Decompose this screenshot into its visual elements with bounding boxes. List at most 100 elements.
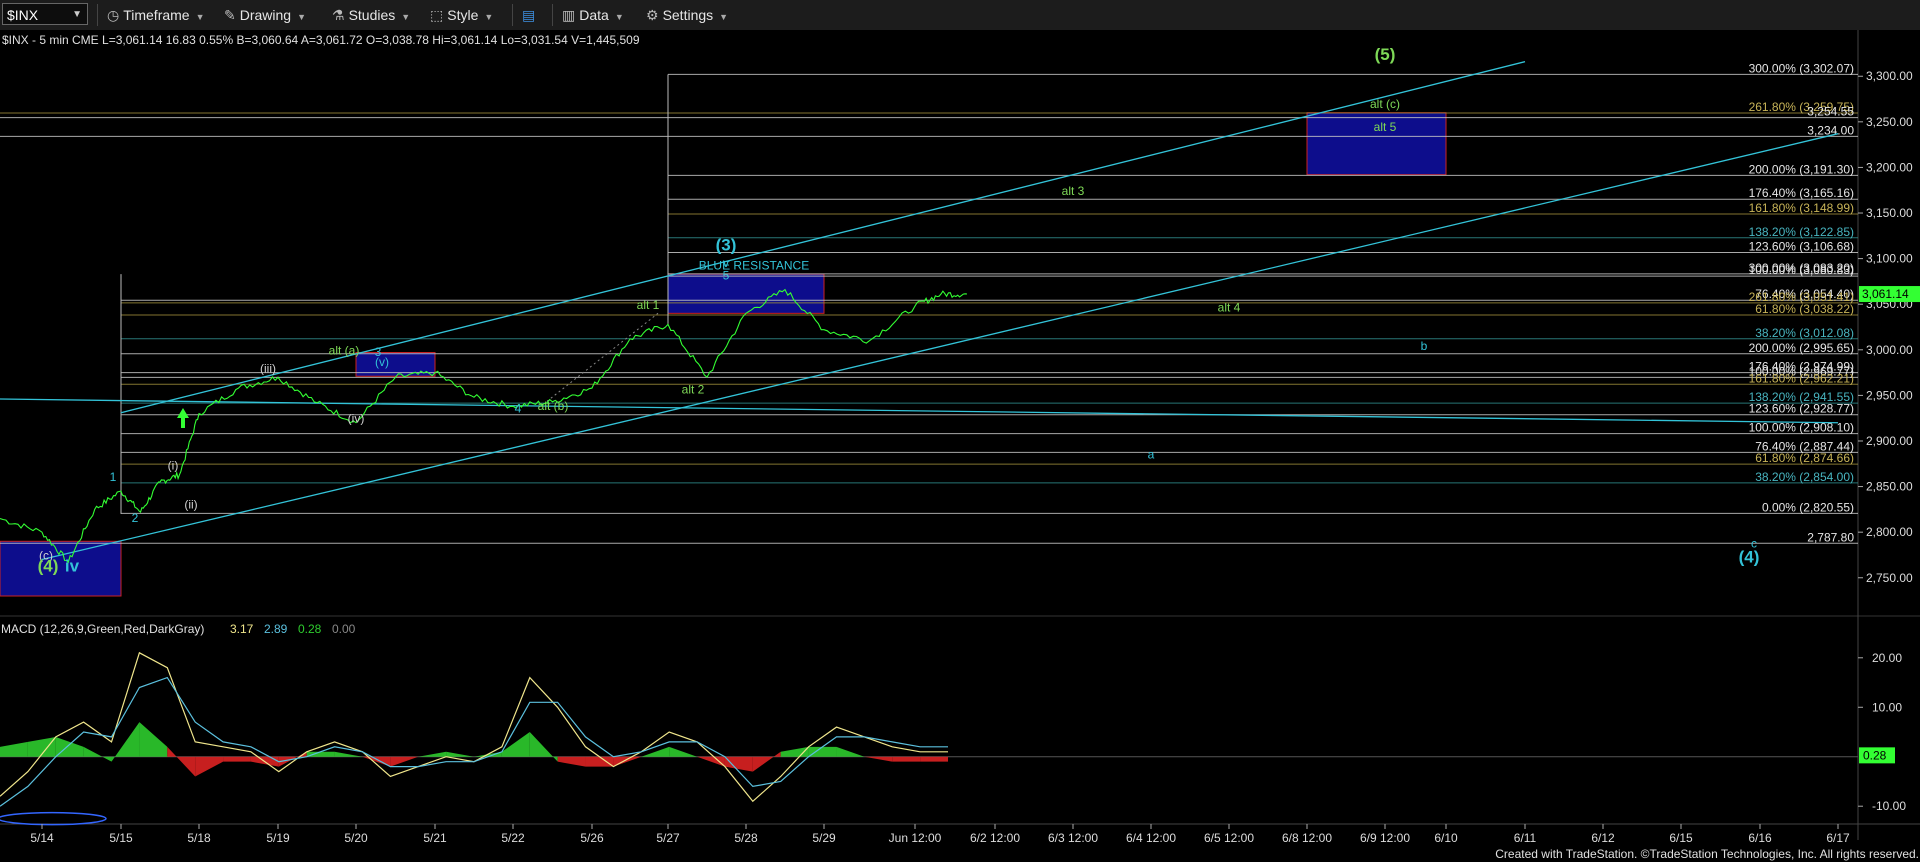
chevron-down-icon: ▼ [297,12,307,22]
fib-label: 123.60% (2,928.77) [1749,402,1854,416]
fib-label: 0.00% (2,820.55) [1762,500,1854,514]
wave-label: (i) [168,458,179,472]
drawing-button[interactable]: ✎ Drawing ▼ [224,5,306,25]
gear-icon: ⚙ [646,7,659,23]
settings-button[interactable]: ⚙ Settings ▼ [646,5,728,25]
fib-label: 61.80% (3,038.22) [1755,302,1854,316]
x-tick-label: 6/12 [1591,831,1615,845]
y-tick-label: 2,800.00 [1866,525,1913,539]
x-tick-label: 5/20 [344,831,368,845]
fib-label: 38.20% (2,854.00) [1755,470,1854,484]
y-tick-label: 3,000.00 [1866,343,1913,357]
x-tick-label: 5/28 [734,831,758,845]
clock-icon: ◷ [107,7,120,23]
wave-label: (3) [716,235,737,254]
macd-last-label: 0.28 [1863,748,1887,762]
timeframe-button[interactable]: ◷ Timeframe ▼ [107,5,205,25]
wave-label: alt 2 [682,383,705,397]
fib-label: 200.00% (3,191.30) [1749,162,1854,176]
x-tick-label: 6/8 12:00 [1282,831,1332,845]
last-price-label: 3,061.14 [1862,287,1909,301]
x-tick-label: 5/29 [812,831,836,845]
y-tick-label: 3,100.00 [1866,252,1913,266]
studies-label: Studies [348,7,396,23]
chevron-down-icon: ▼ [484,12,494,22]
x-tick-label: 6/15 [1669,831,1693,845]
macd-legend-value: 3.17 [230,622,254,636]
wave-label: 1 [110,470,117,484]
wave-label: alt 3 [1062,184,1085,198]
layout-icon: ▤ [522,7,536,23]
macd-histogram-bar [223,756,251,762]
timeframe-label: Timeframe [123,7,190,23]
macd-title: MACD (12,26,9,Green,Red,DarkGray) [1,622,204,636]
wave-label: (iii) [260,362,276,376]
toolbar: $INX ▼ ◷ Timeframe ▼ ✎ Drawing ▼ ⚗ Studies ▼ ⬚… [0,0,1920,31]
macd-tick-label: 20.00 [1872,651,1902,665]
macd-histogram-bar [808,746,837,757]
x-tick-label: 6/16 [1748,831,1772,845]
fib-label: 61.80% (2,874.66) [1755,451,1854,465]
style-icon: ⬚ [430,7,444,23]
wave-label: b [1421,339,1428,353]
y-tick-label: 3,300.00 [1866,69,1913,83]
style-label: Style [447,7,479,23]
fib-label: 3,254.55 [1807,105,1854,119]
fib-label: 123.60% (3,106.68) [1749,240,1854,254]
wave-label: alt 1 [637,298,660,312]
wave-label: (ii) [184,497,197,511]
x-tick-label: 6/2 12:00 [970,831,1020,845]
y-tick-label: 3,150.00 [1866,206,1913,220]
wave-label: (4) [38,556,59,575]
x-tick-label: 6/9 12:00 [1360,831,1410,845]
chevron-down-icon: ▼ [401,12,411,22]
x-tick-label: 6/5 12:00 [1204,831,1254,845]
macd-legend-value: 0.00 [332,622,356,636]
wave-label: 4 [515,402,522,416]
price-chart[interactable]: 300.00% (3,302.07)261.80% (3,259.75)3,25… [0,30,1920,862]
wave-label: a [1148,447,1155,461]
x-tick-label: 5/19 [266,831,290,845]
x-tick-label: 5/21 [423,831,447,845]
toolbar-divider [552,4,553,26]
wave-label: 2 [132,511,139,525]
settings-label: Settings [662,7,714,23]
wave-label: (v) [375,355,389,369]
x-tick-label: 6/4 12:00 [1126,831,1176,845]
y-tick-label: 2,950.00 [1866,388,1913,402]
macd-histogram-bar [892,756,921,762]
wave-label: alt 4 [1218,300,1241,314]
wave-label: (5) [1375,45,1396,64]
toolbar-divider [97,4,98,26]
x-tick-label: 5/27 [656,831,680,845]
studies-button[interactable]: ⚗ Studies ▼ [332,5,410,25]
macd-tick-label: 10.00 [1872,700,1902,714]
wave-label: iv [65,556,80,575]
macd-legend-value: 0.28 [298,622,322,636]
symbol-input[interactable]: $INX ▼ [2,3,88,25]
x-tick-label: 5/18 [187,831,211,845]
chart-background [0,30,1920,862]
data-button[interactable]: ▥ Data ▼ [562,5,624,25]
fib-label: 161.80% (2,962.21) [1749,371,1854,385]
fib-label: 100.00% (3,080.83) [1749,263,1854,277]
y-tick-label: 2,750.00 [1866,571,1913,585]
x-tick-label: 5/14 [30,831,54,845]
data-label: Data [579,7,609,23]
x-tick-label: 5/15 [109,831,133,845]
layout-button[interactable]: ▤ [522,5,539,25]
fib-label: 138.20% (3,122.85) [1749,225,1854,239]
drawing-label: Drawing [239,7,292,23]
symbol-header: $INX - 5 min CME L=3,061.14 16.83 0.55% … [2,33,640,47]
x-tick-label: 5/22 [501,831,525,845]
wave-label: alt 5 [1374,120,1397,134]
wave-label: alt (a) [329,343,360,357]
x-tick-label: 6/10 [1434,831,1458,845]
macd-histogram-bar [920,756,948,762]
y-tick-label: 2,850.00 [1866,480,1913,494]
macd-tick-label: -10.00 [1872,799,1906,813]
fib-label: 38.20% (3,012.08) [1755,326,1854,340]
chevron-down-icon: ▼ [195,12,205,22]
style-button[interactable]: ⬚ Style ▼ [430,5,493,25]
flask-icon: ⚗ [332,7,345,23]
